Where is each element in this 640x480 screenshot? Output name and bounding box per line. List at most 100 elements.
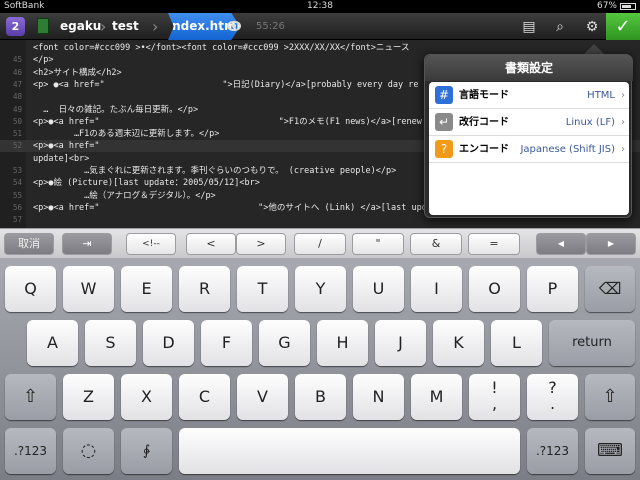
key-f[interactable]: F xyxy=(201,320,252,366)
key-g[interactable]: G xyxy=(259,320,310,366)
space-key[interactable] xyxy=(179,428,520,474)
key-n[interactable]: N xyxy=(353,374,404,420)
quote-key[interactable]: " xyxy=(352,233,404,255)
key-o[interactable]: O xyxy=(469,266,520,312)
key-exclamation-comma[interactable]: ! , xyxy=(469,374,520,420)
status-bar: SoftBank 12:38 67% xyxy=(0,0,640,13)
key-j[interactable]: J xyxy=(375,320,426,366)
globe-icon[interactable]: ◌ xyxy=(63,428,114,474)
cancel-button[interactable]: 取消 xyxy=(4,233,54,255)
comma-label: , xyxy=(491,394,498,413)
line-number: 45 xyxy=(12,55,22,65)
line-code: <font color=#ccc099 >•</font><font color… xyxy=(33,43,410,53)
key-p[interactable]: P xyxy=(527,266,578,312)
tab-key[interactable]: ⇥ xyxy=(62,233,112,255)
line-number: 55 xyxy=(12,190,22,200)
line-number: 56 xyxy=(12,202,22,212)
numbers-key-right[interactable]: .?123 xyxy=(527,428,578,474)
chevron-right-icon: › xyxy=(621,117,625,128)
status-time: 12:38 xyxy=(307,1,333,11)
line-number: 48 xyxy=(12,92,22,102)
key-z[interactable]: Z xyxy=(63,374,114,420)
breadcrumb-separator-icon: › xyxy=(100,17,107,36)
line-number: 49 xyxy=(12,104,22,114)
key-a[interactable]: A xyxy=(27,320,78,366)
line-ending-label: 改行コード xyxy=(459,117,509,128)
return-icon: ↵ xyxy=(435,113,453,131)
line-code: … 日々の雑記。たぶん毎日更新。</p> xyxy=(33,104,199,115)
less-than-key[interactable]: < xyxy=(186,233,236,255)
key-i[interactable]: I xyxy=(411,266,462,312)
search-icon[interactable]: ⌕ xyxy=(549,17,571,37)
code-line[interactable]: <font color=#ccc099 >•</font><font color… xyxy=(0,42,640,54)
line-code: …気まぐれに更新されます。季刊ぐらいのつもりで。 (creative peopl… xyxy=(33,166,397,176)
line-number: 54 xyxy=(12,178,22,188)
key-v[interactable]: V xyxy=(237,374,288,420)
key-l[interactable]: L xyxy=(491,320,542,366)
tab-count-badge[interactable]: 2 xyxy=(6,17,25,36)
shift-left-key[interactable]: ⇧ xyxy=(5,374,56,420)
line-code: …絵（アナログ＆デジタル）。</p> xyxy=(33,190,216,201)
numbers-key-left[interactable]: .?123 xyxy=(5,428,56,474)
line-number: 53 xyxy=(12,166,22,175)
hide-keyboard-icon[interactable]: ⌨ xyxy=(585,428,635,474)
language-mode-label: 言語モード xyxy=(459,90,509,101)
key-t[interactable]: T xyxy=(237,266,288,312)
key-c[interactable]: C xyxy=(179,374,230,420)
cursor-right-key[interactable]: ▶ xyxy=(586,233,636,255)
backspace-key[interactable]: ⌫ xyxy=(585,266,635,312)
microphone-icon[interactable]: ∳ xyxy=(121,428,172,474)
key-w[interactable]: W xyxy=(63,266,114,312)
line-ending-row[interactable]: ↵ 改行コード Linux (LF) › xyxy=(429,109,629,136)
done-button[interactable]: ✓ xyxy=(606,13,640,40)
encoding-icon: ? xyxy=(435,140,453,158)
key-question-period[interactable]: ? . xyxy=(527,374,578,420)
line-code: <p>●絵 (Picture)[last update：2005/05/12]<… xyxy=(33,178,260,189)
key-e[interactable]: E xyxy=(121,266,172,312)
line-code: <p>●<a href=" ">F1のメモ(F1 news)</a>[renew… xyxy=(33,116,433,127)
line-code: <h2>サイト構成</h2> xyxy=(33,67,122,78)
breadcrumb-separator-icon: › xyxy=(152,17,159,36)
comment-key[interactable]: <!-- xyxy=(126,233,176,255)
encoding-value: Japanese (Shift JIS) xyxy=(520,144,615,155)
key-d[interactable]: D xyxy=(143,320,194,366)
key-h[interactable]: H xyxy=(317,320,368,366)
key-q[interactable]: Q xyxy=(5,266,56,312)
line-ending-value: Linux (LF) xyxy=(565,117,615,128)
document-info-icon[interactable]: ▤ xyxy=(518,17,540,37)
chevron-right-icon: › xyxy=(621,144,625,155)
line-code: <p> ●<a href=" ">日記(Diary)</a>[probably … xyxy=(33,79,419,90)
encoding-label: エンコード xyxy=(459,144,509,155)
key-s[interactable]: S xyxy=(85,320,136,366)
line-number: 47 xyxy=(12,79,22,89)
encoding-row[interactable]: ? エンコード Japanese (Shift JIS) › xyxy=(429,136,629,163)
return-key[interactable]: return xyxy=(549,320,635,366)
popover-title: 書類設定 xyxy=(425,55,633,81)
breadcrumb-test[interactable]: test xyxy=(112,13,139,40)
gear-icon[interactable]: ⚙ xyxy=(581,17,603,37)
shift-right-key[interactable]: ⇧ xyxy=(585,374,635,420)
battery-icon xyxy=(620,2,636,10)
cursor-left-key[interactable]: ◀ xyxy=(536,233,586,255)
line-code: <p>●<a href=" xyxy=(33,141,100,152)
slash-key[interactable]: / xyxy=(294,233,346,255)
key-r[interactable]: R xyxy=(179,266,230,312)
software-keyboard: Q W E R T Y U I O P ⌫ A S D F G H J K L … xyxy=(0,258,640,480)
key-y[interactable]: Y xyxy=(295,266,346,312)
greater-than-key[interactable]: > xyxy=(236,233,286,255)
equals-key[interactable]: = xyxy=(468,233,520,255)
breadcrumb-egaku[interactable]: egaku xyxy=(60,13,101,40)
key-k[interactable]: K xyxy=(433,320,484,366)
key-x[interactable]: X xyxy=(121,374,172,420)
editor-toolbar: 2 egaku › test › index.html 55:26 ▤ ⌕ ⚙ … xyxy=(0,13,640,40)
preview-eye-icon[interactable] xyxy=(227,21,241,31)
popover-arrow xyxy=(584,44,604,54)
battery-percent: 67% xyxy=(596,1,617,11)
ampersand-key[interactable]: & xyxy=(410,233,462,255)
language-mode-row[interactable]: # 言語モード HTML › xyxy=(429,82,629,109)
key-m[interactable]: M xyxy=(411,374,462,420)
key-b[interactable]: B xyxy=(295,374,346,420)
key-u[interactable]: U xyxy=(353,266,404,312)
line-code: <p>●<a href=" ">他のサイトへ (Link) </a>[last … xyxy=(33,202,427,213)
line-number: 52 xyxy=(12,141,22,151)
